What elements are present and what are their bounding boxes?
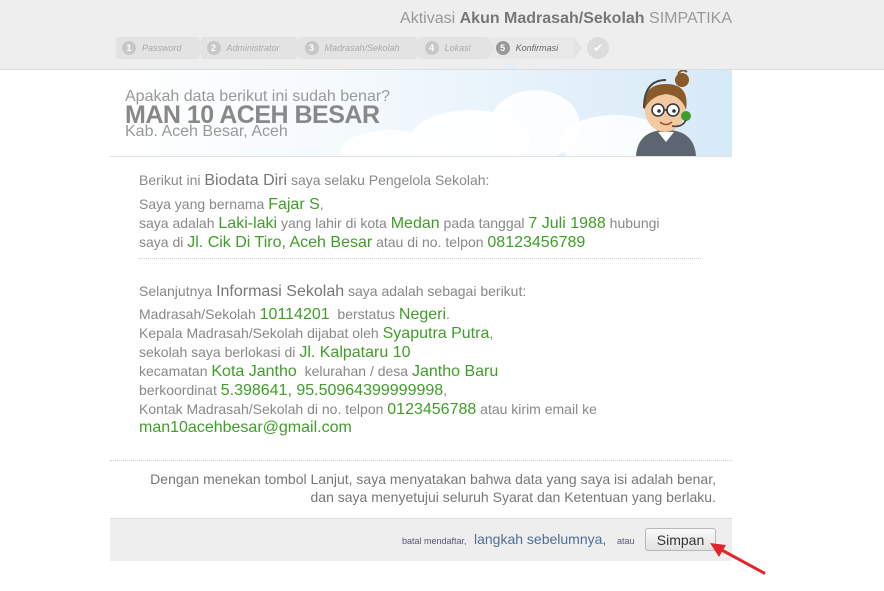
check-icon: ✔ (593, 41, 604, 55)
step-number: 5 (495, 41, 510, 55)
school-npsn: 10114201 (259, 306, 330, 323)
step-number: 2 (206, 41, 221, 55)
step-label: Password (142, 43, 182, 53)
red-arrow-annotation (710, 543, 766, 575)
step-madrasah-sekolah[interactable]: 3 Madrasah/Sekolah (298, 37, 424, 59)
step-lokasi[interactable]: 4 Lokasi (418, 37, 495, 59)
school-email: man10acehbesar@gmail.com (139, 419, 352, 436)
step-done: ✔ (587, 37, 610, 59)
school-status: Negeri (398, 306, 447, 323)
confirmation-banner: Apakah data berikut ini sudah benar? MAN… (110, 70, 732, 157)
title-app: SIMPATIKA (649, 10, 732, 27)
section-divider (110, 460, 732, 461)
step-number: 1 (122, 41, 136, 55)
step-konfirmasi[interactable]: 5 Konfirmasi (489, 37, 582, 59)
biodata-birth-line: saya adalah Laki-laki yang lahir di kota… (139, 215, 660, 232)
step-label: Madrasah/Sekolah (324, 43, 400, 53)
school-head: Syaputra Putra (382, 325, 490, 342)
user-name: Fajar S (268, 196, 320, 213)
user-phone: 08123456789 (487, 234, 586, 251)
wizard-steps: 1 Password 2 Administrator 3 Madrasah/Se… (116, 37, 612, 59)
or-text: atau (617, 536, 635, 546)
user-birth-city: Medan (390, 215, 440, 232)
step-label: Konfirmasi (515, 43, 559, 53)
step-number: 3 (304, 41, 319, 55)
top-header: Aktivasi Akun Madrasah/Sekolah SIMPATIKA… (0, 0, 884, 70)
school-coord-line: berkoordinat 5.398641, 95.50964399999998… (139, 382, 448, 399)
school-head-line: Kepala Madrasah/Sekolah dijabat oleh Sya… (139, 325, 494, 342)
step-label: Administrator (226, 43, 280, 53)
step-password[interactable]: 1 Password (116, 37, 205, 59)
school-phone: 0123456788 (387, 401, 477, 418)
user-birth-date: 7 Juli 1988 (528, 215, 606, 232)
school-location-line: sekolah saya berlokasi di Jl. Kalpataru … (139, 344, 411, 361)
school-village: Jantho Baru (411, 363, 499, 380)
user-gender: Laki-laki (218, 215, 278, 232)
biodata-intro: Berikut ini Biodata Diri saya selaku Pen… (139, 172, 490, 189)
user-address: Jl. Cik Di Tiro, Aceh Besar (187, 234, 373, 251)
mascot-operator-icon (636, 70, 696, 156)
biodata-heading: Biodata Diri (204, 172, 288, 189)
school-intro: Selanjutnya Informasi Sekolah saya adala… (139, 283, 527, 300)
school-district-line: kecamatan Kota Jantho kelurahan / desa J… (139, 363, 499, 380)
previous-step-link[interactable]: langkah sebelumnya, (474, 531, 606, 547)
school-heading: Informasi Sekolah (216, 283, 345, 300)
action-footer: batal mendaftar, langkah sebelumnya, ata… (110, 518, 732, 561)
page-title: Aktivasi Akun Madrasah/Sekolah SIMPATIKA (400, 10, 732, 28)
school-npsn-line: Madrasah/Sekolah 10114201 berstatus Nege… (139, 306, 450, 323)
step-label: Lokasi (444, 43, 471, 53)
title-prefix: Aktivasi (400, 10, 456, 27)
agreement-line-2: dan saya menyetujui seluruh Syarat dan K… (310, 489, 717, 505)
section-divider (139, 258, 701, 259)
school-location: Jl. Kalpataru 10 (299, 344, 411, 361)
active-step-pointer (503, 61, 517, 69)
school-district: Kota Jantho (211, 363, 297, 380)
agreement-line-1: Dengan menekan tombol Lanjut, saya menya… (150, 471, 716, 487)
school-contact-line: Kontak Madrasah/Sekolah di no. telpon 01… (139, 401, 597, 418)
school-coordinates: 5.398641, 95.50964399999998 (220, 382, 444, 399)
cancel-text: batal mendaftar, (402, 536, 467, 546)
title-bold: Akun Madrasah/Sekolah (459, 10, 645, 27)
step-number: 4 (424, 41, 439, 55)
agreement-text: Dengan menekan tombol Lanjut, saya menya… (110, 470, 716, 506)
school-region: Kab. Aceh Besar, Aceh (125, 123, 288, 140)
biodata-name-line: Saya yang bernama Fajar S, (139, 196, 324, 213)
school-email-line: man10acehbesar@gmail.com (139, 419, 352, 437)
biodata-contact-line: saya di Jl. Cik Di Tiro, Aceh Besar atau… (139, 234, 586, 251)
step-administrator[interactable]: 2 Administrator (200, 37, 304, 59)
